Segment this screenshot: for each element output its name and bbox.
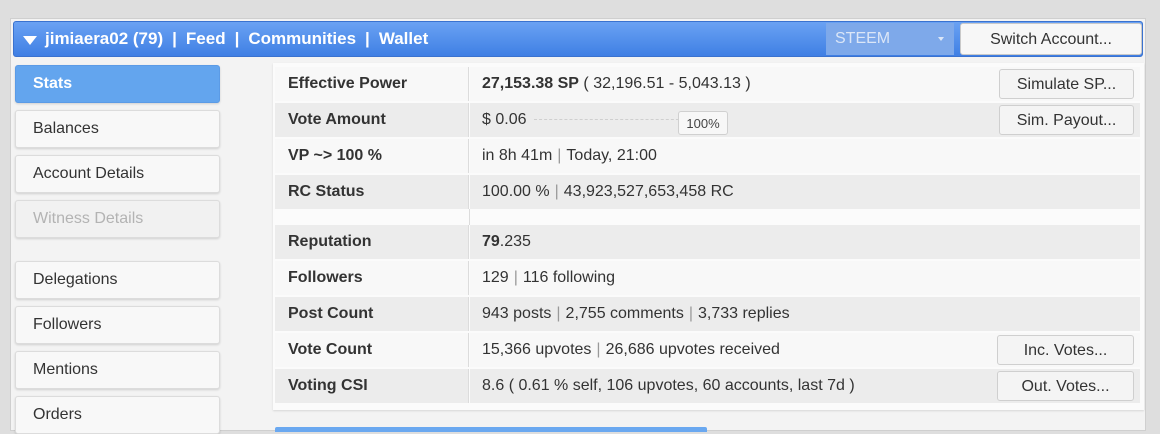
divider — [469, 209, 470, 225]
app-frame: jimiaera02 (79) | Feed | Communities | Wallet … — [10, 18, 1146, 434]
nav-wallet-link[interactable]: Wallet — [379, 29, 428, 48]
sidebar-item-mentions[interactable]: Mentions — [15, 351, 220, 389]
sidebar-item-witness-details: Witness Details — [15, 200, 220, 238]
value-separator: | — [688, 305, 693, 322]
value-separator: | — [513, 269, 518, 286]
post-count-comments: 2,755 comments — [565, 305, 684, 322]
slider-track — [534, 119, 684, 120]
row-value: 79.235 — [470, 225, 1140, 259]
slider-thumb[interactable]: 100% — [678, 111, 728, 135]
value-separator: | — [596, 341, 601, 358]
vote-weight-slider[interactable]: 100% — [534, 111, 728, 135]
row-voting-csi: Voting CSI 8.6 ( 0.61 % self, 106 upvote… — [275, 369, 1140, 403]
row-label: Reputation — [275, 225, 469, 259]
vote-count-upvotes: 15,366 upvotes — [482, 341, 592, 358]
stats-panel: Effective Power 27,153.38 SP ( 32,196.51… — [273, 63, 1144, 410]
nav-separator: | — [234, 29, 240, 48]
row-label: Voting CSI — [275, 369, 469, 403]
nav-communities-link[interactable]: Communities — [248, 29, 356, 48]
row-label: Effective Power — [275, 67, 469, 101]
row-rc-status: RC Status 100.00 % | 43,923,527,653,458 RC — [275, 175, 1140, 209]
row-label: Vote Amount — [275, 103, 469, 137]
reputation-int: 79 — [482, 233, 500, 250]
rc-amount: 43,923,527,653,458 RC — [563, 183, 734, 200]
row-label: Followers — [275, 261, 469, 295]
section-gap — [275, 209, 1140, 225]
row-value: 100.00 % | 43,923,527,653,458 RC — [470, 175, 1140, 209]
voting-csi-value: 8.6 ( 0.61 % self, 106 upvotes, 60 accou… — [482, 377, 855, 394]
caret-down-icon[interactable] — [23, 36, 37, 45]
row-effective-power: Effective Power 27,153.38 SP ( 32,196.51… — [275, 67, 1140, 101]
vote-count-received: 26,686 upvotes received — [605, 341, 780, 358]
nav-separator: | — [172, 29, 177, 48]
sidebar-item-orders[interactable]: Orders — [15, 396, 220, 434]
value-separator: | — [554, 183, 559, 200]
row-vp: VP ~> 100 % in 8h 41m | Today, 21:00 — [275, 139, 1140, 173]
vp-at: Today, 21:00 — [566, 147, 657, 164]
nav-bar: jimiaera02 (79) | Feed | Communities | Wallet — [45, 29, 428, 49]
chain-select[interactable]: STEEM — [826, 23, 954, 55]
sidebar-item-followers[interactable]: Followers — [15, 306, 220, 344]
value-separator: | — [557, 147, 562, 164]
outgoing-votes-button[interactable]: Out. Votes... — [997, 371, 1134, 401]
switch-account-button[interactable]: Switch Account... — [960, 23, 1142, 55]
row-value: 943 posts | 2,755 comments | 3,733 replies — [470, 297, 1140, 331]
incoming-votes-button[interactable]: Inc. Votes... — [997, 335, 1134, 365]
sim-payout-button[interactable]: Sim. Payout... — [999, 105, 1134, 135]
row-label: Post Count — [275, 297, 469, 331]
row-reputation: Reputation 79.235 — [275, 225, 1140, 259]
reputation-dec: .235 — [499, 233, 531, 250]
post-count-posts: 943 posts — [482, 305, 552, 322]
post-count-replies: 3,733 replies — [697, 305, 790, 322]
nav-separator: | — [365, 29, 370, 48]
row-label: RC Status — [275, 175, 469, 209]
top-bar: jimiaera02 (79) | Feed | Communities | Wallet … — [13, 21, 1143, 57]
chain-select-value: STEEM — [835, 30, 891, 47]
rc-pct: 100.00 % — [482, 183, 550, 200]
next-panel-header — [275, 427, 707, 432]
account-name-link[interactable]: jimiaera02 (79) — [45, 29, 163, 48]
row-post-count: Post Count 943 posts | 2,755 comments | 3,73… — [275, 297, 1140, 331]
sidebar-item-account-details[interactable]: Account Details — [15, 155, 220, 193]
simulate-sp-button[interactable]: Simulate SP... — [999, 69, 1134, 99]
nav-feed-link[interactable]: Feed — [186, 29, 226, 48]
effective-power-detail: ( 32,196.51 - 5,043.13 ) — [583, 75, 751, 92]
sidebar-item-balances[interactable]: Balances — [15, 110, 220, 148]
vote-amount-value: $ 0.06 — [482, 111, 527, 128]
row-value: in 8h 41m | Today, 21:00 — [470, 139, 1140, 173]
sidebar-item-stats[interactable]: Stats — [15, 65, 220, 103]
effective-power-sp: 27,153.38 SP — [482, 75, 579, 92]
dropdown-arrow-icon — [938, 37, 944, 41]
row-followers: Followers 129 | 116 following — [275, 261, 1140, 295]
sidebar-item-delegations[interactable]: Delegations — [15, 261, 220, 299]
row-value: 129 | 116 following — [470, 261, 1140, 295]
value-separator: | — [556, 305, 561, 322]
vp-time: in 8h 41m — [482, 147, 553, 164]
row-vote-count: Vote Count 15,366 upvotes | 26,686 upvotes… — [275, 333, 1140, 367]
followers-count: 129 — [482, 269, 509, 286]
following-count: 116 following — [522, 269, 616, 286]
row-label: Vote Count — [275, 333, 469, 367]
row-label: VP ~> 100 % — [275, 139, 469, 173]
row-vote-amount: Vote Amount $ 0.06 100% Sim. Payout... — [275, 103, 1140, 137]
